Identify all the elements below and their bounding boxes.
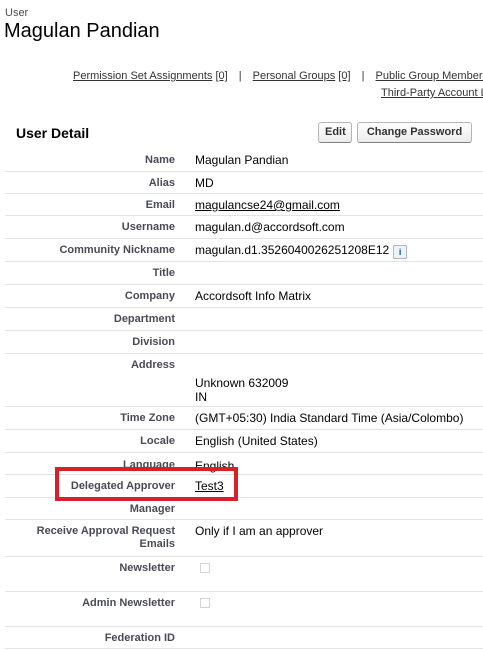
link-public-group-membership[interactable]: Public Group Membership — [376, 70, 483, 82]
field-label: Name — [145, 154, 175, 166]
field-label: Receive Approval Request Emails — [36, 525, 175, 550]
page-title: Magulan Pandian — [4, 20, 160, 42]
newsletter-checkbox — [200, 563, 210, 573]
link-personal-groups[interactable]: Personal Groups — [253, 70, 336, 82]
field-row-email: Email magulancse24@gmail.com — [5, 194, 483, 216]
link-separator: | — [361, 70, 365, 82]
user-detail-table: Name Magulan Pandian Alias MD Email magu… — [5, 149, 483, 649]
admin-newsletter-checkbox — [200, 598, 210, 608]
nickname-text: magulan.d1.3526040026251208E12 — [195, 243, 390, 257]
field-label: Email — [145, 199, 175, 211]
field-row-receive-approval: Receive Approval Request Emails Only if … — [5, 520, 483, 557]
related-links-row: Permission Set Assignments [0] | Persona… — [73, 70, 483, 82]
field-row-locale: Locale English (United States) — [5, 430, 483, 453]
field-label: Locale — [140, 435, 175, 447]
field-label: Alias — [148, 177, 175, 189]
section-title: User Detail — [16, 125, 90, 141]
field-row-federation-id: Federation ID — [5, 627, 483, 649]
email-link[interactable]: magulancse24@gmail.com — [195, 198, 340, 212]
field-value-time-zone: (GMT+05:30) India Standard Time (Asia/Co… — [195, 411, 464, 425]
field-value-receive-approval: Only if I am an approver — [195, 524, 324, 538]
change-password-button[interactable]: Change Password — [357, 122, 472, 143]
field-row-admin-newsletter: Admin Newsletter — [5, 592, 483, 627]
field-label: Division — [132, 336, 175, 348]
field-row-division: Division — [5, 331, 483, 354]
link-third-party-account[interactable]: Third-Party Account L — [381, 87, 483, 99]
field-label: Department — [113, 313, 175, 325]
field-label: Company — [124, 290, 175, 302]
field-label: Username — [121, 221, 175, 233]
highlight-box — [55, 467, 238, 501]
address-line-1: Unknown 632009 — [195, 376, 289, 390]
field-label: Federation ID — [104, 632, 175, 644]
info-icon[interactable]: i — [393, 245, 408, 259]
field-label: Address — [130, 359, 175, 371]
permission-set-count[interactable]: [0] — [215, 70, 227, 82]
link-separator: | — [238, 70, 242, 82]
field-label: Time Zone — [120, 412, 175, 424]
field-row-alias: Alias MD — [5, 172, 483, 194]
field-label: Title — [152, 267, 175, 279]
edit-button[interactable]: Edit — [318, 122, 352, 143]
field-value-name: Magulan Pandian — [195, 153, 289, 167]
field-row-department: Department — [5, 308, 483, 331]
field-row-address: Address Unknown 632009 IN — [5, 354, 483, 407]
field-value-username: magulan.d@accordsoft.com — [195, 220, 345, 234]
field-label: Admin Newsletter — [82, 597, 175, 609]
field-row-community-nickname: Community Nickname magulan.d1.3526040026… — [5, 239, 483, 262]
field-row-manager: Manager — [5, 498, 483, 520]
field-value-company: Accordsoft Info Matrix — [195, 289, 312, 303]
field-label: Community Nickname — [59, 244, 175, 256]
field-value-community-nickname: magulan.d1.3526040026251208E12 i — [195, 243, 408, 259]
field-row-company: Company Accordsoft Info Matrix — [5, 285, 483, 308]
field-value-locale: English (United States) — [195, 434, 318, 448]
object-label: User — [5, 7, 29, 19]
address-line-2: IN — [195, 390, 207, 404]
field-label: Newsletter — [119, 562, 175, 574]
field-value-alias: MD — [195, 176, 214, 190]
personal-groups-count[interactable]: [0] — [338, 70, 350, 82]
related-links-row-2: Third-Party Account L — [381, 87, 483, 99]
field-row-newsletter: Newsletter — [5, 557, 483, 592]
field-row-username: Username magulan.d@accordsoft.com — [5, 216, 483, 239]
field-label: Manager — [129, 503, 175, 515]
field-row-time-zone: Time Zone (GMT+05:30) India Standard Tim… — [5, 407, 483, 430]
field-row-title: Title — [5, 262, 483, 285]
field-row-name: Name Magulan Pandian — [5, 149, 483, 172]
link-permission-set-assignments[interactable]: Permission Set Assignments — [73, 70, 212, 82]
